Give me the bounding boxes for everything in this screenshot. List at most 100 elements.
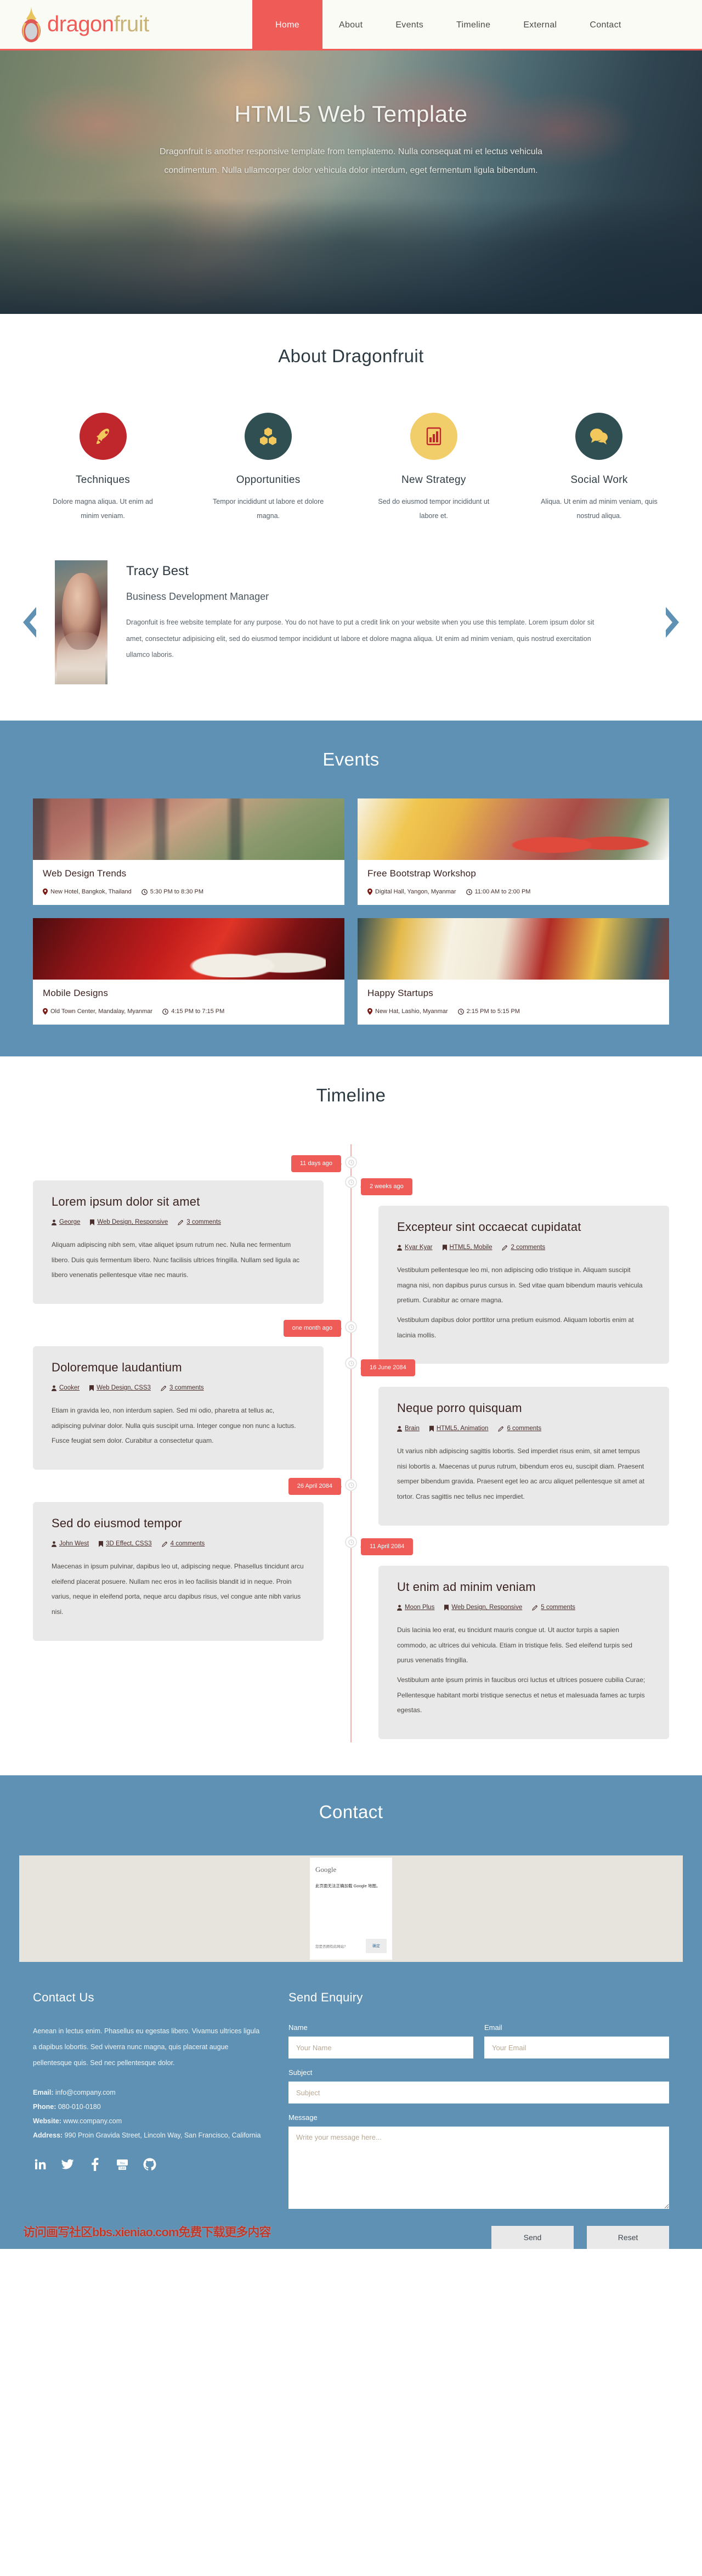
bookmark-icon [429, 1425, 434, 1432]
event-card[interactable]: Free Bootstrap Workshop Digital Hall, Ya… [358, 798, 669, 905]
about-card-title: Techniques [75, 474, 131, 486]
timeline-comments[interactable]: 5 comments [532, 1604, 575, 1611]
timeline-dot [345, 1156, 357, 1169]
timeline-comments-link[interactable]: 3 comments [169, 1385, 204, 1391]
timeline-title: Timeline [316, 1085, 386, 1106]
timeline-card[interactable]: Doloremque laudantium Cooker Web Design,… [33, 1346, 324, 1470]
name-input[interactable] [288, 2037, 473, 2059]
timeline-badge: 16 June 2084 [360, 1359, 415, 1377]
footer-phone-label: Phone: [33, 2102, 56, 2111]
timeline-comments-link[interactable]: 6 comments [507, 1425, 541, 1432]
facebook-icon[interactable] [88, 2157, 102, 2172]
about-icon-circle [575, 413, 623, 460]
linkedin-icon[interactable] [33, 2157, 47, 2172]
event-card[interactable]: Happy Startups New Hat, Lashio, Myanmar … [358, 918, 669, 1025]
map-ok-button[interactable]: 确定 [366, 1939, 387, 1954]
github-icon[interactable] [143, 2157, 157, 2172]
carousel-prev-button[interactable] [16, 605, 41, 640]
event-location-text: New Hotel, Bangkok, Thailand [50, 888, 132, 896]
about-card-techniques[interactable]: Techniques Dolore magna aliqua. Ut enim … [33, 413, 173, 523]
send-button[interactable]: Send [491, 2226, 574, 2249]
carousel-next-button[interactable] [661, 605, 686, 640]
timeline-tags[interactable]: HTML5, Animation [429, 1425, 489, 1432]
timeline-tags[interactable]: 3D Effect, CSS3 [99, 1540, 152, 1547]
timeline-card[interactable]: Sed do eiusmod tempor John West 3D Effec… [33, 1502, 324, 1641]
timeline-author[interactable]: Moon Plus [397, 1604, 434, 1611]
nav-item-external[interactable]: External [507, 0, 573, 50]
reset-button[interactable]: Reset [587, 2226, 669, 2249]
nav-item-contact[interactable]: Contact [573, 0, 637, 50]
timeline-section: Timeline 11 days ago Lorem ipsum dolor s… [0, 1056, 702, 1776]
timeline-author[interactable]: George [52, 1219, 80, 1225]
timeline-comments-link[interactable]: 5 comments [541, 1604, 575, 1611]
about-card-new-strategy[interactable]: New Strategy Sed do eiusmod tempor incid… [364, 413, 503, 523]
about-card-desc: Dolore magna aliqua. Ut enim ad minim ve… [53, 498, 153, 520]
timeline-comments[interactable]: 2 comments [502, 1244, 545, 1251]
timeline-author-link[interactable]: Cooker [59, 1385, 80, 1391]
nav-item-home[interactable]: Home [252, 0, 322, 50]
timeline-author-link[interactable]: Brain [405, 1425, 420, 1432]
about-card-opportunities[interactable]: Opportunities Tempor incididunt ut labor… [199, 413, 338, 523]
timeline-comments-link[interactable]: 3 comments [186, 1219, 221, 1225]
message-textarea[interactable] [288, 2127, 669, 2209]
hero-banner: HTML5 Web Template Dragonfruit is anothe… [0, 50, 702, 314]
about-icon-circle [410, 413, 457, 460]
twitter-icon[interactable] [60, 2157, 75, 2172]
youtube-icon[interactable]: You Tube [115, 2157, 129, 2172]
rocket-icon [96, 429, 109, 444]
nav-item-events[interactable]: Events [379, 0, 440, 50]
timeline-card[interactable]: Lorem ipsum dolor sit amet George Web De… [33, 1180, 324, 1304]
subject-input[interactable] [288, 2082, 669, 2104]
timeline-author-link[interactable]: George [59, 1219, 80, 1225]
timeline-tags-link[interactable]: 3D Effect, CSS3 [106, 1540, 152, 1547]
bookmark-icon [89, 1385, 94, 1391]
timeline-author[interactable]: Cooker [52, 1385, 80, 1391]
timeline-tags[interactable]: Web Design, CSS3 [89, 1385, 151, 1391]
timeline-author-link[interactable]: Moon Plus [405, 1604, 434, 1611]
bookmark-icon [90, 1219, 95, 1225]
timeline-comments[interactable]: 4 comments [161, 1540, 205, 1547]
timeline-card[interactable]: Ut enim ad minim veniam Moon Plus Web De… [378, 1566, 669, 1739]
timeline-comments-link[interactable]: 4 comments [171, 1540, 205, 1547]
timeline-tags-link[interactable]: HTML5, Mobile [450, 1244, 492, 1251]
subject-label: Subject [288, 2068, 313, 2077]
timeline-author-link[interactable]: Kyar Kyar [405, 1244, 433, 1251]
timeline-author[interactable]: Brain [397, 1425, 420, 1432]
timeline-tags-link[interactable]: Web Design, CSS3 [97, 1385, 151, 1391]
footer-social-links: You Tube [33, 2157, 263, 2172]
timeline-card[interactable]: Excepteur sint occaecat cupidatat Kyar K… [378, 1206, 669, 1364]
edit-icon [161, 1385, 166, 1391]
timeline-tags-link[interactable]: HTML5, Animation [437, 1425, 489, 1432]
timeline-author[interactable]: John West [52, 1540, 89, 1547]
timeline-tags[interactable]: HTML5, Mobile [442, 1244, 492, 1251]
footer-email-value[interactable]: info@company.com [55, 2089, 116, 2096]
timeline-comments[interactable]: 3 comments [178, 1219, 221, 1225]
brand-logo-link[interactable]: dragonfruit [0, 0, 247, 49]
about-card-social-work[interactable]: Social Work Aliqua. Ut enim ad minim ven… [529, 413, 669, 523]
timeline-comments[interactable]: 3 comments [161, 1385, 204, 1391]
timeline-author-link[interactable]: John West [59, 1540, 89, 1547]
timeline-comments[interactable]: 6 comments [498, 1425, 541, 1432]
timeline-dot [345, 1321, 357, 1334]
footer-website-value[interactable]: www.company.com [63, 2117, 122, 2125]
google-map-embed[interactable]: Google 此页面无法正确加载 Google 地图。 您是否拥有此网站? 确定 [19, 1855, 683, 1962]
footer-contact-title: Contact Us [33, 1990, 94, 2005]
email-input[interactable] [484, 2037, 669, 2059]
nav-item-timeline[interactable]: Timeline [440, 0, 507, 50]
event-card[interactable]: Mobile Designs Old Town Center, Mandalay… [33, 918, 344, 1025]
timeline-dot [345, 1536, 357, 1549]
timeline-comments-link[interactable]: 2 comments [511, 1244, 545, 1251]
timeline-tags[interactable]: Web Design, Responsive [90, 1219, 168, 1225]
event-title: Mobile Designs [43, 988, 109, 999]
timeline-badge: 26 April 2084 [288, 1478, 342, 1495]
event-time: 2:15 PM to 5:15 PM [457, 1008, 520, 1015]
timeline-author[interactable]: Kyar Kyar [397, 1244, 433, 1251]
timeline-tags[interactable]: Web Design, Responsive [444, 1604, 522, 1611]
timeline-card[interactable]: Neque porro quisquam Brain HTML5, Animat… [378, 1387, 669, 1526]
chevron-left-icon [23, 607, 36, 638]
clock-icon [348, 1482, 354, 1488]
nav-item-about[interactable]: About [322, 0, 379, 50]
event-card[interactable]: Web Design Trends New Hotel, Bangkok, Th… [33, 798, 344, 905]
timeline-tags-link[interactable]: Web Design, Responsive [451, 1604, 522, 1611]
timeline-tags-link[interactable]: Web Design, Responsive [97, 1219, 168, 1225]
